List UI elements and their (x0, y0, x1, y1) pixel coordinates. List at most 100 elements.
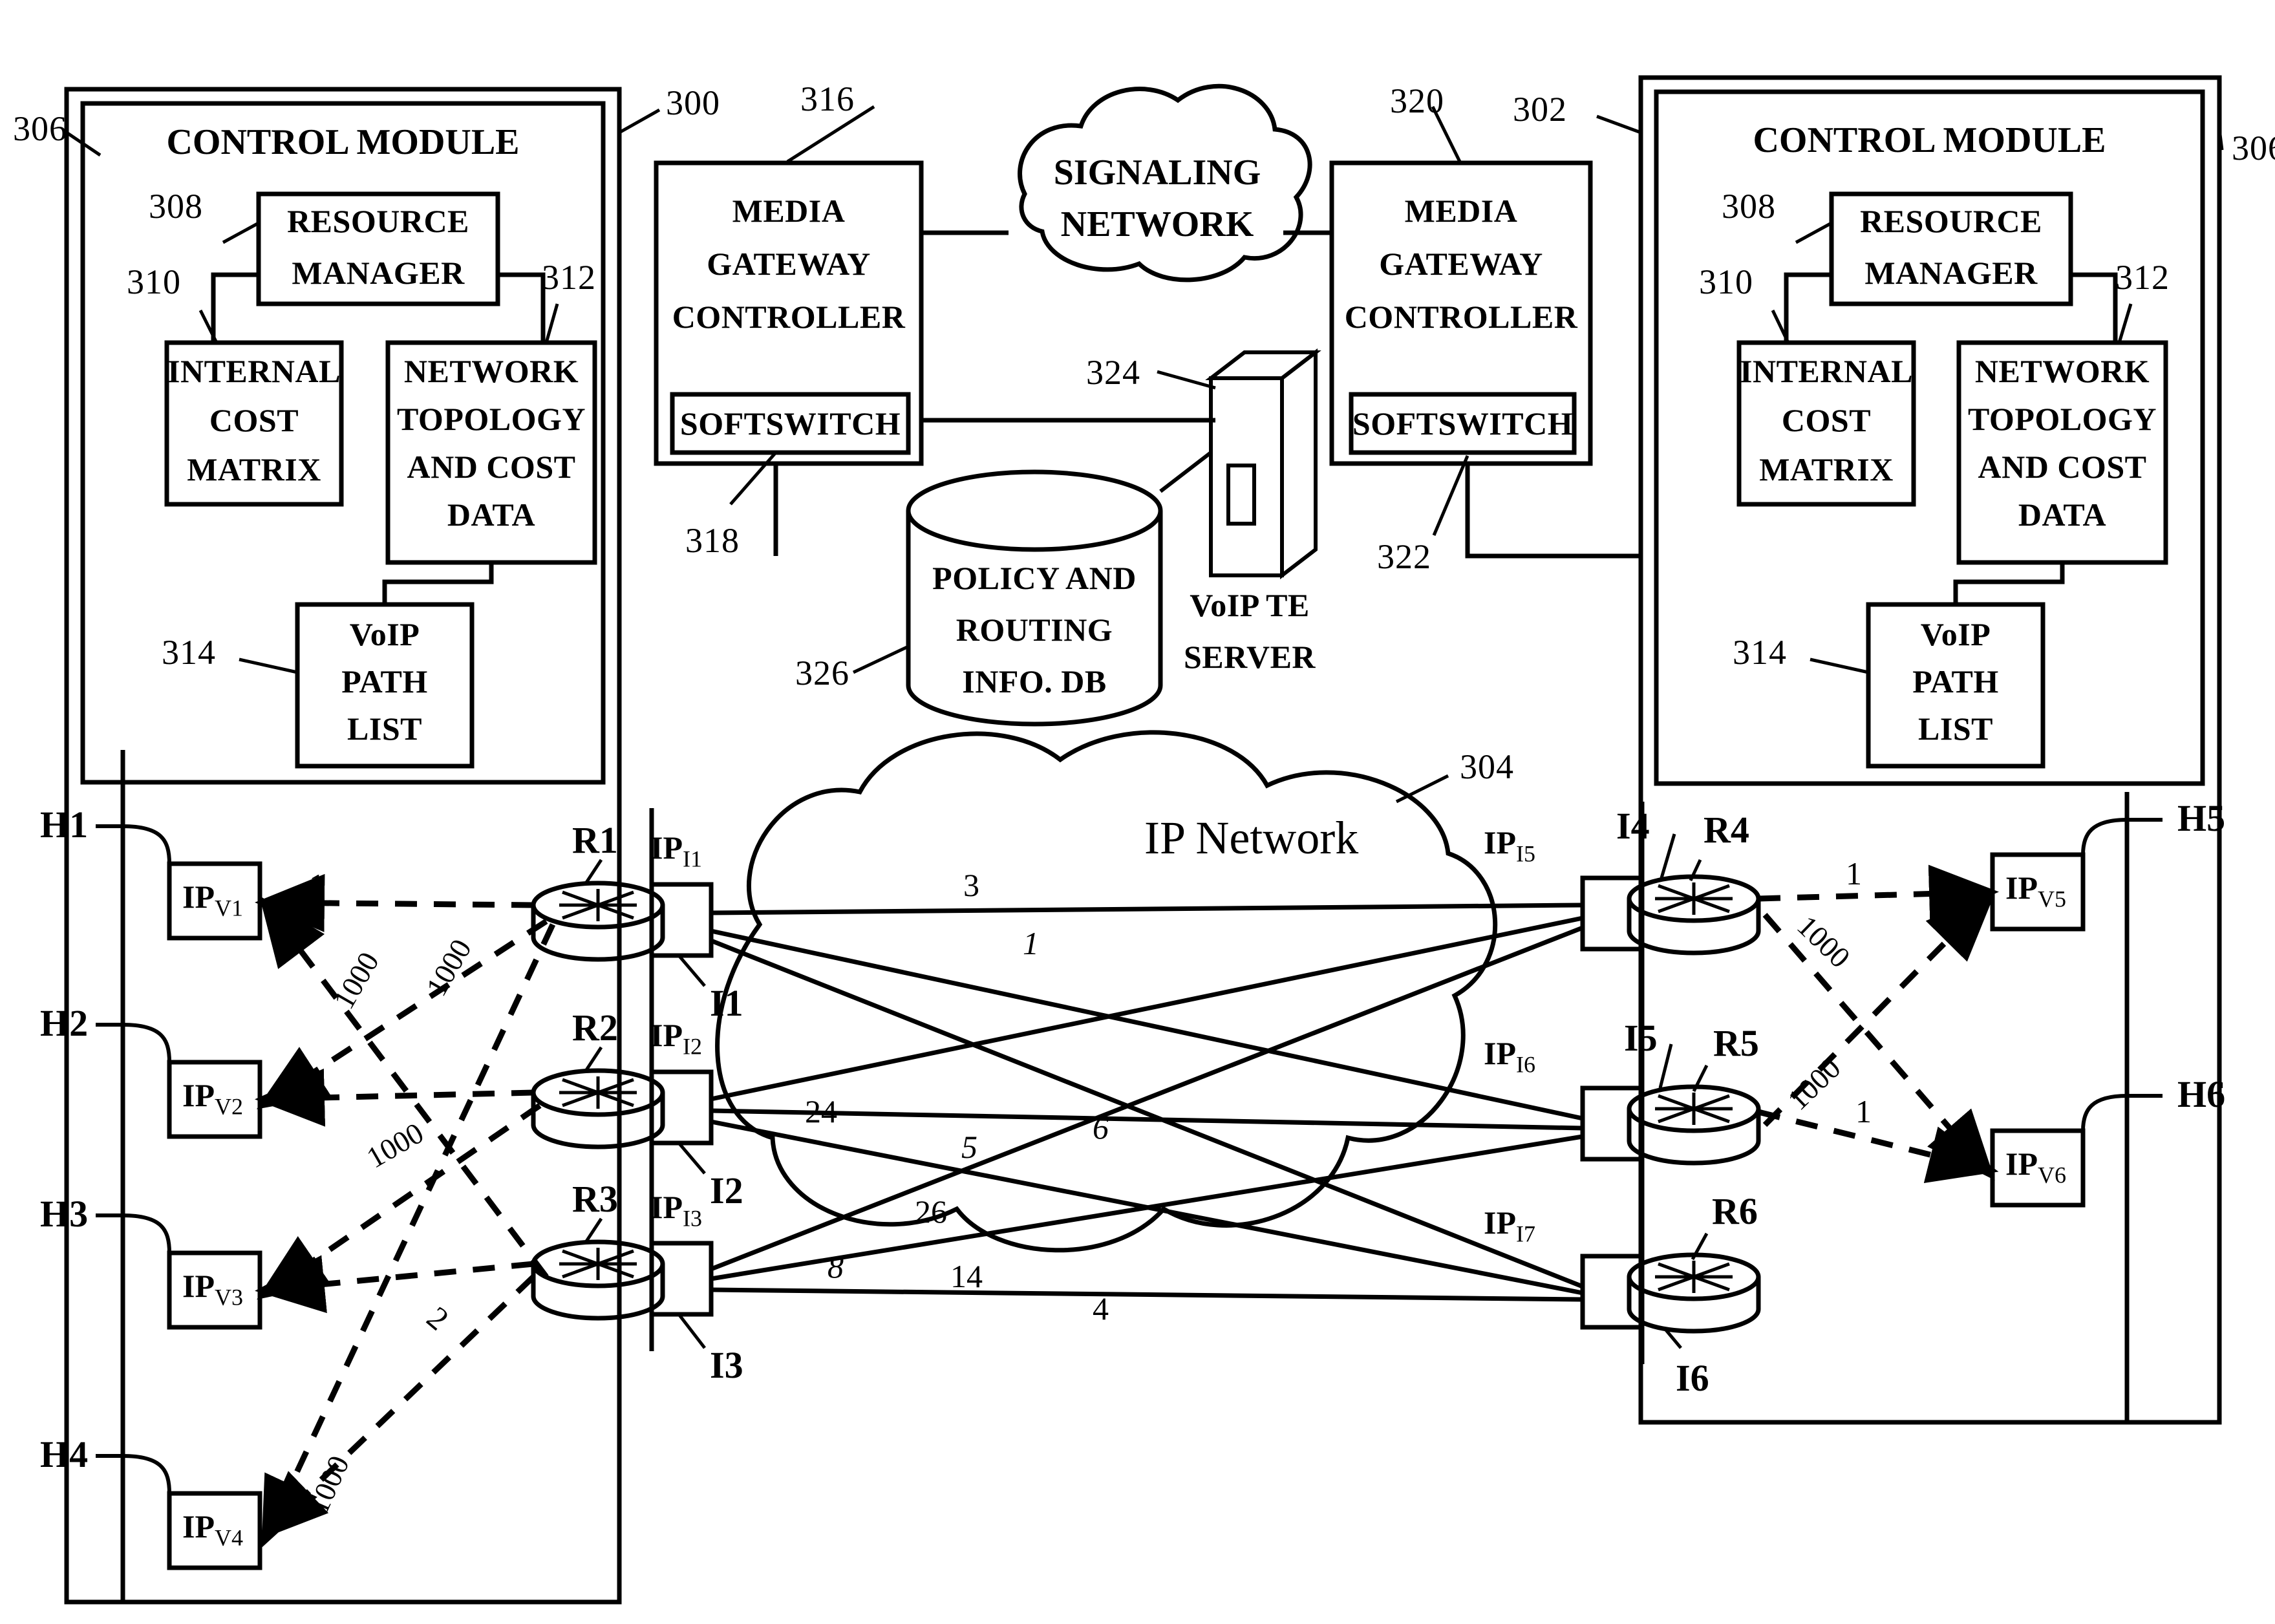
cost-ipv1-r1: 1 (309, 867, 325, 903)
cost-core-26: 26 (915, 1193, 947, 1230)
left-rm-nt-connector (498, 272, 546, 343)
ref-312-left: 312 (542, 258, 596, 297)
iface-ip-label-i5r: IPI5 (1484, 824, 1535, 868)
cost-core-6: 6 (1093, 1109, 1109, 1146)
cost-core-8: 8 (828, 1248, 844, 1285)
left-rm-line2: MANAGER (292, 254, 465, 291)
router-icon-r5 (1627, 1084, 1761, 1166)
iface-ip-label-i6r: IPI6 (1484, 1034, 1535, 1078)
cost-core-3: 3 (963, 867, 979, 903)
host-label-h4: H4 (40, 1433, 89, 1475)
node-prefix-ipv3: IP (182, 1268, 215, 1304)
leader-i3 (678, 1313, 706, 1349)
left-access-links (255, 873, 556, 1548)
router-label-r1: R1 (572, 819, 618, 861)
cost-r4-ipv5: 1 (1846, 855, 1862, 892)
leader-300 (618, 108, 661, 134)
node-label-ipv6: IPV6 (2005, 1145, 2066, 1189)
router-icon-r2 (531, 1068, 665, 1149)
voip-te-server-line2: SERVER (1183, 638, 1316, 675)
iface-ip-label-i7r: IPI7 (1484, 1204, 1535, 1248)
right-nt-line1: NETWORK (1974, 352, 2150, 389)
node-prefix-ipv4: IP (182, 1508, 215, 1544)
node-prefix-ipv2: IP (182, 1077, 215, 1113)
node-label-ipv3: IPV3 (182, 1267, 243, 1311)
right-vpl-line2: PATH (1912, 663, 1999, 700)
node-prefix-ipv6: IP (2005, 1146, 2038, 1182)
iface-ip-sub-i6r: I6 (1516, 1051, 1535, 1078)
policy-db-line3: INFO. DB (962, 663, 1107, 700)
ip-network-label: IP Network (1144, 812, 1359, 864)
left-icm-line1: INTERNAL (167, 352, 341, 389)
router-label-r3: R3 (572, 1178, 618, 1220)
ref-314-right: 314 (1733, 633, 1787, 672)
iface-label-i2: I2 (710, 1170, 743, 1212)
leader-i4-right (1660, 833, 1676, 879)
iface-ip-label-i3: IPI3 (650, 1188, 702, 1232)
leader-308-left (222, 221, 260, 244)
cost-core-1: 1 (1023, 925, 1039, 961)
leader-r1 (583, 859, 603, 886)
right-rm-line1: RESOURCE (1860, 202, 2042, 239)
core-link-i3-i5-cost26 (710, 925, 1584, 1272)
left-control-module-title: CONTROL MODULE (166, 122, 520, 162)
ref-324: 324 (1086, 353, 1140, 392)
core-links (710, 903, 1584, 1302)
h2-drop (122, 1023, 171, 1063)
access-ipv2-r2-cost1 (255, 1068, 534, 1127)
iface-label-i6-right: I6 (1676, 1357, 1709, 1399)
left-mgc-line2: GATEWAY (707, 245, 871, 282)
left-nt-line4: DATA (447, 496, 536, 533)
access-r4-ipv6-cost1000 (1762, 913, 1995, 1181)
cost-core-4: 4 (1093, 1290, 1109, 1327)
router-label-r4: R4 (1704, 809, 1749, 851)
right-rm-icm-connector (1784, 272, 1832, 343)
router-label-r2: R2 (572, 1007, 618, 1049)
right-softswitch-label: SOFTSWITCH (1352, 405, 1574, 442)
leader-308-right (1795, 221, 1833, 244)
leader-302 (1596, 114, 1641, 134)
leader-314-right (1810, 657, 1869, 674)
iface-ip-sub-i2: I2 (683, 1033, 702, 1060)
right-vpl-line1: VoIP (1920, 615, 1991, 652)
router-label-r6: R6 (1712, 1190, 1758, 1232)
leader-312-right (2117, 303, 2133, 343)
ref-310-left: 310 (127, 262, 181, 301)
leader-314-left (239, 657, 298, 674)
core-link-i1-i6-cost1 (710, 928, 1583, 1121)
ref-304: 304 (1460, 747, 1514, 786)
right-icm-line3: MATRIX (1759, 451, 1894, 487)
cost-core-14: 14 (950, 1258, 983, 1294)
node-sub-ipv2: V2 (215, 1093, 243, 1120)
ref-310-right: 310 (1699, 262, 1753, 301)
leader-i2 (678, 1142, 706, 1175)
signaling-network-line1: SIGNALING (1053, 152, 1261, 193)
h6-drop (2081, 1094, 2128, 1131)
host-label-h5: H5 (2177, 797, 2226, 839)
signaling-network-line2: NETWORK (1060, 204, 1254, 244)
router-icon-r3 (531, 1239, 665, 1321)
ref-322: 322 (1377, 537, 1431, 576)
h5-drop (2081, 818, 2128, 855)
node-sub-ipv5: V5 (2038, 886, 2066, 912)
left-softswitch-label: SOFTSWITCH (679, 405, 901, 442)
iface-ip-label-i1: IPI1 (650, 829, 702, 873)
leader-318 (729, 451, 777, 506)
iface-label-i3: I3 (710, 1344, 743, 1386)
node-label-ipv2: IPV2 (182, 1076, 243, 1120)
iface-ip-sub-i3: I3 (683, 1205, 702, 1232)
host-label-h1: H1 (40, 804, 89, 846)
ref-316: 316 (800, 80, 855, 118)
iface-label-i4-right: I4 (1616, 805, 1650, 847)
ref-314-left: 314 (162, 633, 216, 672)
ref-302: 302 (1513, 90, 1567, 129)
iface-label-i5-right: I5 (1624, 1017, 1658, 1059)
router-icon-r6 (1627, 1252, 1761, 1334)
left-vpl-line2: PATH (341, 663, 428, 700)
node-sub-ipv1: V1 (215, 895, 243, 921)
patent-figure: 306 306 308 308 310 310 312 312 314 314 … (0, 0, 2275, 1624)
ref-306-left: 306 (13, 109, 67, 148)
policy-db-line2: ROUTING (956, 611, 1113, 648)
iface-ip-sub-i7r: I7 (1516, 1221, 1535, 1247)
policy-db-line1: POLICY AND (932, 559, 1137, 596)
